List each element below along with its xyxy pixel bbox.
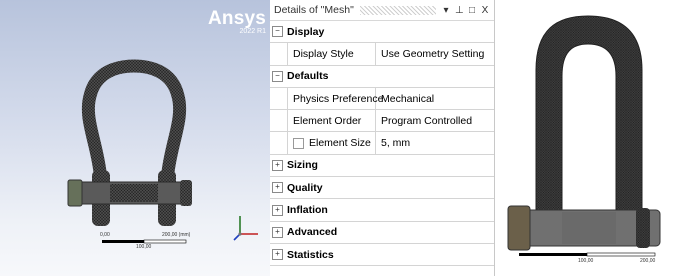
- expand-icon[interactable]: +: [272, 159, 283, 171]
- details-title: Details of "Mesh": [274, 4, 354, 16]
- property-physics-preference[interactable]: Physics Preference Mechanical: [270, 87, 494, 111]
- autohide-icon[interactable]: ⊥: [455, 5, 464, 16]
- expand-icon[interactable]: +: [272, 204, 283, 216]
- scale-bar-left: 0,00 200,00 (mm) 100,00: [100, 232, 192, 250]
- collapse-icon[interactable]: −: [272, 26, 283, 38]
- group-inflation[interactable]: + Inflation: [270, 199, 494, 222]
- property-value[interactable]: 5, mm: [376, 137, 494, 149]
- scale-bar-right: 100,00 200,00: [518, 252, 658, 266]
- graphics-viewport-left[interactable]: Ansys 2022 R1 0,00 200,00 (mm) 100,00: [0, 0, 270, 276]
- scale-label-end: 200,00: [640, 258, 656, 264]
- scale-label-mid: 100,00: [136, 244, 152, 250]
- property-name: Physics Preference: [288, 87, 383, 110]
- group-statistics[interactable]: + Statistics: [270, 244, 494, 267]
- property-element-order[interactable]: Element Order Program Controlled: [270, 110, 494, 133]
- group-label: Advanced: [287, 226, 338, 239]
- group-label: Sizing: [287, 159, 318, 172]
- details-panel: Details of "Mesh" ▾ ⊥ □ X − Display Disp…: [270, 0, 495, 276]
- group-label: Quality: [287, 181, 323, 194]
- group-defaults[interactable]: − Defaults: [270, 66, 494, 88]
- scale-label-mid: 100,00: [578, 258, 594, 264]
- group-display[interactable]: − Display: [270, 21, 494, 44]
- title-bar-grip[interactable]: [359, 5, 436, 15]
- group-label: Defaults: [287, 70, 329, 83]
- property-value[interactable]: Use Geometry Setting: [376, 48, 494, 60]
- property-value[interactable]: Program Controlled: [376, 115, 494, 127]
- details-title-bar: Details of "Mesh" ▾ ⊥ □ X: [270, 0, 494, 21]
- scale-label-start: 0,00: [100, 232, 110, 238]
- property-name: Display Style: [288, 43, 376, 65]
- property-value[interactable]: Mechanical: [376, 93, 494, 105]
- expand-icon[interactable]: +: [272, 182, 283, 194]
- expand-icon[interactable]: +: [272, 226, 283, 238]
- property-display-style[interactable]: Display Style Use Geometry Setting: [270, 43, 494, 66]
- group-label: Inflation: [287, 204, 328, 217]
- group-advanced[interactable]: + Advanced: [270, 222, 494, 244]
- expand-icon[interactable]: +: [272, 249, 283, 261]
- parameter-checkbox[interactable]: [293, 137, 304, 149]
- maximize-icon[interactable]: □: [468, 5, 476, 16]
- property-name: Element Order: [288, 110, 376, 132]
- property-name: Element Size: [288, 132, 376, 154]
- collapse-icon[interactable]: −: [272, 70, 283, 82]
- group-sizing[interactable]: + Sizing: [270, 155, 494, 178]
- shackle-mesh-side-view: [507, 15, 661, 251]
- pin-icon[interactable]: ▾: [442, 5, 450, 16]
- group-label: Statistics: [287, 248, 334, 261]
- property-name-text: Element Size: [309, 137, 371, 150]
- property-element-size[interactable]: Element Size 5, mm: [270, 132, 494, 155]
- group-quality[interactable]: + Quality: [270, 177, 494, 200]
- graphics-viewport-right[interactable]: 100,00 200,00: [496, 0, 677, 276]
- scale-label-end: 200,00 (mm): [162, 232, 191, 238]
- coordinate-triad-icon: [233, 216, 258, 241]
- group-label: Display: [287, 25, 325, 38]
- close-icon[interactable]: X: [481, 5, 489, 16]
